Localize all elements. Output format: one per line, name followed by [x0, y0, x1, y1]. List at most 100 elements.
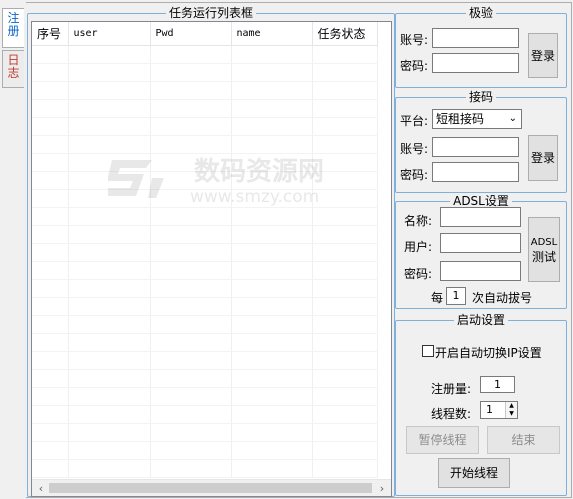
- table-cell: [150, 351, 232, 370]
- column-header-status[interactable]: 任务状态: [312, 22, 378, 46]
- stepper-up-icon[interactable]: ▲: [505, 402, 517, 410]
- table-cell: [32, 405, 69, 424]
- table-cell: [68, 243, 151, 262]
- code-receive-title: 接码: [465, 90, 496, 104]
- auto-switch-ip-checkbox[interactable]: [422, 345, 434, 357]
- table-cell: [150, 261, 232, 280]
- table-cell: [231, 315, 313, 334]
- table-cell: [312, 63, 378, 82]
- table-cell: [32, 207, 69, 226]
- adsl-name-input[interactable]: [440, 207, 521, 227]
- code-login-button[interactable]: 登录: [528, 135, 558, 181]
- table-cell: [68, 99, 151, 118]
- auto-switch-ip-label[interactable]: 开启自动切换IP设置: [435, 344, 542, 361]
- table-cell: [312, 81, 378, 100]
- pause-threads-button[interactable]: 暂停线程: [406, 426, 479, 454]
- table-cell: [68, 459, 151, 478]
- table-row: [32, 81, 378, 100]
- chevron-down-icon: ⌄: [508, 113, 517, 124]
- adsl-password-input[interactable]: [440, 261, 521, 281]
- table-cell: [231, 261, 313, 280]
- platform-select[interactable]: 短租接码 ⌄: [432, 109, 522, 129]
- table-cell: [231, 351, 313, 370]
- thread-count-stepper[interactable]: 1 ▲ ▼: [480, 401, 518, 419]
- code-account-input[interactable]: [432, 137, 519, 157]
- table-cell: [32, 315, 69, 334]
- tab-log-label: 日志: [7, 53, 20, 80]
- table-cell: [150, 45, 232, 64]
- platform-selected-value: 短租接码: [436, 112, 485, 126]
- table-cell: [312, 279, 378, 298]
- stepper-down-icon[interactable]: ▼: [505, 410, 517, 418]
- table-cell: [68, 333, 151, 352]
- verify-password-input[interactable]: [432, 53, 519, 73]
- table-row: [32, 117, 378, 136]
- column-header-user[interactable]: user: [68, 22, 151, 46]
- table-cell: [231, 297, 313, 316]
- tab-register[interactable]: 注册: [2, 8, 24, 48]
- table-cell: [231, 405, 313, 424]
- table-cell: [231, 45, 313, 64]
- table-cell: [150, 207, 232, 226]
- table-cell: [231, 333, 313, 352]
- table-row: [32, 279, 378, 298]
- table-cell: [68, 369, 151, 388]
- table-cell: [68, 207, 151, 226]
- scroll-left-icon[interactable]: ‹: [34, 482, 48, 495]
- scroll-right-icon[interactable]: ›: [375, 482, 389, 495]
- table-cell: [68, 423, 151, 442]
- table-row: [32, 369, 378, 388]
- table-cell: [32, 441, 69, 460]
- adsl-user-input[interactable]: [440, 233, 521, 253]
- column-header-pwd[interactable]: Pwd: [150, 22, 232, 46]
- table-cell: [150, 225, 232, 244]
- table-cell: [150, 243, 232, 262]
- task-list-title: 任务运行列表框: [165, 6, 256, 20]
- adsl-password-label: 密码:: [404, 267, 433, 281]
- verify-login-label: 登录: [530, 48, 555, 63]
- table-cell: [150, 81, 232, 100]
- register-count-input[interactable]: 1: [480, 376, 515, 393]
- table-cell: [312, 387, 378, 406]
- watermark-text: 数码资源网: [194, 157, 324, 187]
- start-threads-button[interactable]: 开始线程: [438, 458, 510, 488]
- table-cell: [68, 45, 151, 64]
- table-cell: [32, 459, 69, 478]
- verify-login-button[interactable]: 登录: [528, 33, 558, 78]
- table-cell: [231, 99, 313, 118]
- code-password-input[interactable]: [432, 162, 519, 182]
- column-header-index[interactable]: 序号: [32, 22, 69, 46]
- table-cell: [32, 189, 69, 208]
- table-cell: [32, 153, 69, 172]
- table-row: [32, 297, 378, 316]
- tab-log[interactable]: 日志: [2, 50, 24, 88]
- table-cell: [32, 135, 69, 154]
- table-cell: [231, 243, 313, 262]
- table-cell: [68, 279, 151, 298]
- scrollbar-thumb[interactable]: [49, 483, 372, 493]
- task-list-table[interactable]: 序号 user Pwd name 任务状态 ‹ ›: [31, 21, 392, 497]
- table-cell: [312, 405, 378, 424]
- verify-account-input[interactable]: [432, 28, 519, 48]
- column-header-name[interactable]: name: [231, 22, 313, 46]
- verify-account-label: 账号:: [400, 33, 429, 47]
- table-cell: [312, 45, 378, 64]
- code-password-label: 密码:: [400, 168, 429, 182]
- table-cell: [68, 81, 151, 100]
- table-cell: [32, 333, 69, 352]
- table-cell: [32, 243, 69, 262]
- table-row: [32, 459, 378, 478]
- table-cell: [32, 81, 69, 100]
- table-cell: [231, 225, 313, 244]
- redial-count-input[interactable]: 1: [446, 287, 466, 305]
- adsl-test-button[interactable]: ADSL 测试: [528, 217, 560, 282]
- table-cell: [150, 279, 232, 298]
- end-button[interactable]: 结束: [487, 426, 560, 454]
- horizontal-scrollbar[interactable]: ‹ ›: [32, 479, 391, 496]
- table-cell: [32, 297, 69, 316]
- verify-password-label: 密码:: [400, 59, 429, 73]
- table-cell: [312, 351, 378, 370]
- table-cell: [32, 117, 69, 136]
- table-row: [32, 387, 378, 406]
- table-cell: [312, 441, 378, 460]
